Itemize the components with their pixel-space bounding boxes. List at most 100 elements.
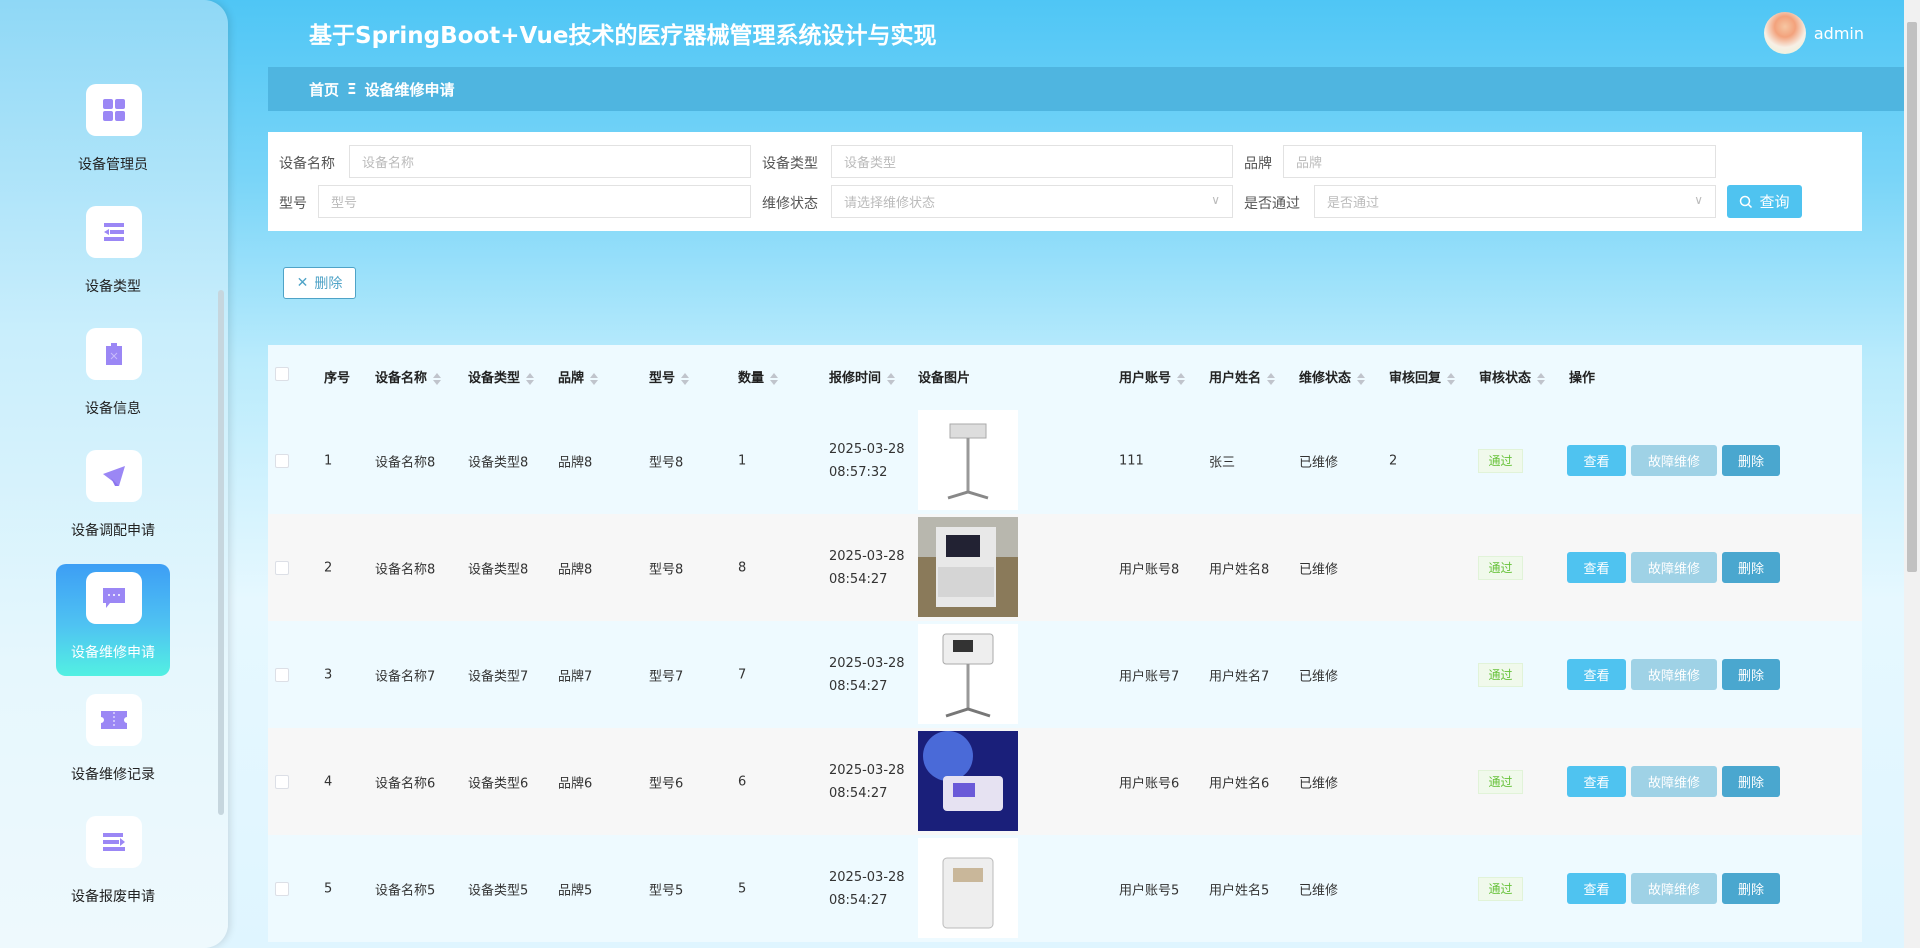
audit-status-badge: 通过	[1478, 555, 1523, 580]
cell-report-time: 2025-03-28 08:54:27	[829, 866, 905, 912]
model-input[interactable]: 型号	[318, 185, 751, 218]
view-button[interactable]: 查看	[1567, 658, 1626, 690]
column-header: 序号	[324, 367, 350, 386]
table-row: 1 设备名称8 设备类型8 品牌8 型号8 1 2025-03-28 08:57:32 111 张…	[268, 407, 1862, 514]
column-header[interactable]: 报修时间	[829, 367, 896, 386]
cell-status: 已维修	[1299, 455, 1339, 470]
sort-icon[interactable]	[1537, 372, 1546, 385]
pass-select[interactable]: 是否通过 ∨	[1314, 185, 1716, 218]
cell-name: 设备名称7	[375, 669, 436, 684]
view-button[interactable]: 查看	[1567, 551, 1626, 583]
report-date: 2025-03-28	[829, 441, 905, 457]
cell-brand: 品牌6	[558, 776, 593, 791]
delete-button[interactable]: 删除	[1722, 444, 1780, 476]
table-row: 2 设备名称8 设备类型8 品牌8 型号8 8 2025-03-28 08:54:27 用户账号…	[268, 514, 1862, 621]
delete-button[interactable]: 删除	[1722, 765, 1780, 797]
avatar[interactable]	[1763, 12, 1806, 54]
column-header[interactable]: 维修状态	[1299, 367, 1366, 386]
repair-button[interactable]: 故障维修	[1631, 872, 1717, 904]
page-scrollbar[interactable]	[1904, 0, 1920, 948]
pass-placeholder: 是否通过	[1327, 196, 1380, 211]
row-checkbox[interactable]	[275, 453, 289, 468]
sidebar-item-5[interactable]: 设备维修记录	[56, 694, 170, 806]
audit-status-badge: 通过	[1478, 876, 1523, 901]
sidebar-scrollbar[interactable]	[218, 290, 224, 815]
column-header[interactable]: 设备名称	[375, 367, 442, 386]
view-button[interactable]: 查看	[1567, 444, 1626, 476]
breadcrumb-current: 设备维修申请	[364, 80, 455, 99]
column-header[interactable]: 用户姓名	[1209, 367, 1276, 386]
column-header[interactable]: 用户账号	[1119, 367, 1186, 386]
sort-icon[interactable]	[681, 372, 690, 385]
sort-icon[interactable]	[887, 372, 896, 385]
sort-icon[interactable]	[1267, 372, 1276, 385]
cell-status: 已维修	[1299, 562, 1339, 577]
column-header: 操作	[1569, 367, 1595, 386]
view-button[interactable]: 查看	[1567, 765, 1626, 797]
sort-icon[interactable]	[1447, 372, 1456, 385]
sidebar-item-3[interactable]: 设备调配申请	[56, 450, 170, 562]
search-panel: 设备名称 设备名称 设备类型 设备类型 品牌 品牌 型号 型号 维修状态 请选择…	[268, 132, 1862, 231]
column-header[interactable]: 审核状态	[1479, 367, 1546, 386]
table-row: 4 设备名称6 设备类型6 品牌6 型号6 6 2025-03-28 08:54:27 用户账号…	[268, 728, 1862, 835]
delete-button[interactable]: 删除	[1722, 658, 1780, 690]
sidebar-item-0[interactable]: 设备管理员	[56, 84, 170, 196]
select-all-checkbox[interactable]	[275, 367, 289, 381]
batch-delete-button[interactable]: ✕ 删除	[283, 267, 356, 299]
breadcrumb-home[interactable]: 首页	[309, 79, 339, 100]
name-input[interactable]: 设备名称	[349, 145, 751, 178]
cell-qty: 6	[738, 774, 747, 789]
repair-button[interactable]: 故障维修	[1631, 551, 1717, 583]
cell-qty: 1	[738, 453, 747, 468]
sort-icon[interactable]	[526, 372, 535, 385]
cell-report-time: 2025-03-28 08:54:27	[829, 759, 905, 805]
row-checkbox[interactable]	[275, 560, 289, 575]
column-header[interactable]: 审核回复	[1389, 367, 1456, 386]
column-title: 用户姓名	[1209, 371, 1262, 386]
list-arrow-icon	[86, 816, 142, 868]
sort-icon[interactable]	[770, 372, 779, 385]
brand-input[interactable]: 品牌	[1283, 145, 1716, 178]
row-checkbox[interactable]	[275, 774, 289, 789]
column-header[interactable]: 数量	[738, 367, 779, 386]
device-image[interactable]	[918, 410, 1018, 510]
view-button[interactable]: 查看	[1567, 872, 1626, 904]
sort-icon[interactable]	[1177, 372, 1186, 385]
name-label: 设备名称	[279, 156, 335, 172]
repair-button[interactable]: 故障维修	[1631, 658, 1717, 690]
scrollbar-thumb[interactable]	[1907, 22, 1917, 572]
sort-icon[interactable]	[590, 372, 599, 385]
query-button[interactable]: 查询	[1727, 185, 1802, 218]
column-header[interactable]: 品牌	[558, 367, 599, 386]
sidebar-item-label: 设备维修申请	[71, 645, 155, 661]
repair-button[interactable]: 故障维修	[1631, 765, 1717, 797]
user-menu[interactable]: admin	[1763, 12, 1864, 54]
model-placeholder: 型号	[331, 196, 358, 211]
device-image[interactable]	[918, 731, 1018, 831]
row-checkbox[interactable]	[275, 881, 289, 896]
sort-icon[interactable]	[433, 372, 442, 385]
device-image[interactable]	[918, 838, 1018, 938]
device-image[interactable]	[918, 624, 1018, 724]
cell-model: 型号5	[649, 883, 684, 898]
close-icon: ✕	[296, 275, 309, 291]
cell-account: 用户账号6	[1119, 776, 1180, 791]
sort-icon[interactable]	[1357, 372, 1366, 385]
delete-button[interactable]: 删除	[1722, 872, 1780, 904]
sidebar-item-6[interactable]: 设备报废申请	[56, 816, 170, 928]
row-checkbox[interactable]	[275, 667, 289, 682]
status-select[interactable]: 请选择维修状态 ∨	[831, 185, 1233, 218]
column-header[interactable]: 型号	[649, 367, 690, 386]
list-icon	[86, 206, 142, 258]
sidebar-item-2[interactable]: 设备信息	[56, 328, 170, 440]
sidebar-item-1[interactable]: 设备类型	[56, 206, 170, 318]
device-image[interactable]	[918, 517, 1018, 617]
sidebar-item-4[interactable]: 设备维修申请	[56, 564, 170, 676]
column-header[interactable]: 设备类型	[468, 367, 535, 386]
cell-username: 用户姓名5	[1209, 883, 1270, 898]
repair-button[interactable]: 故障维修	[1631, 444, 1717, 476]
delete-button[interactable]: 删除	[1722, 551, 1780, 583]
type-input[interactable]: 设备类型	[831, 145, 1233, 178]
cell-status: 已维修	[1299, 776, 1339, 791]
report-time: 08:57:32	[829, 464, 888, 480]
